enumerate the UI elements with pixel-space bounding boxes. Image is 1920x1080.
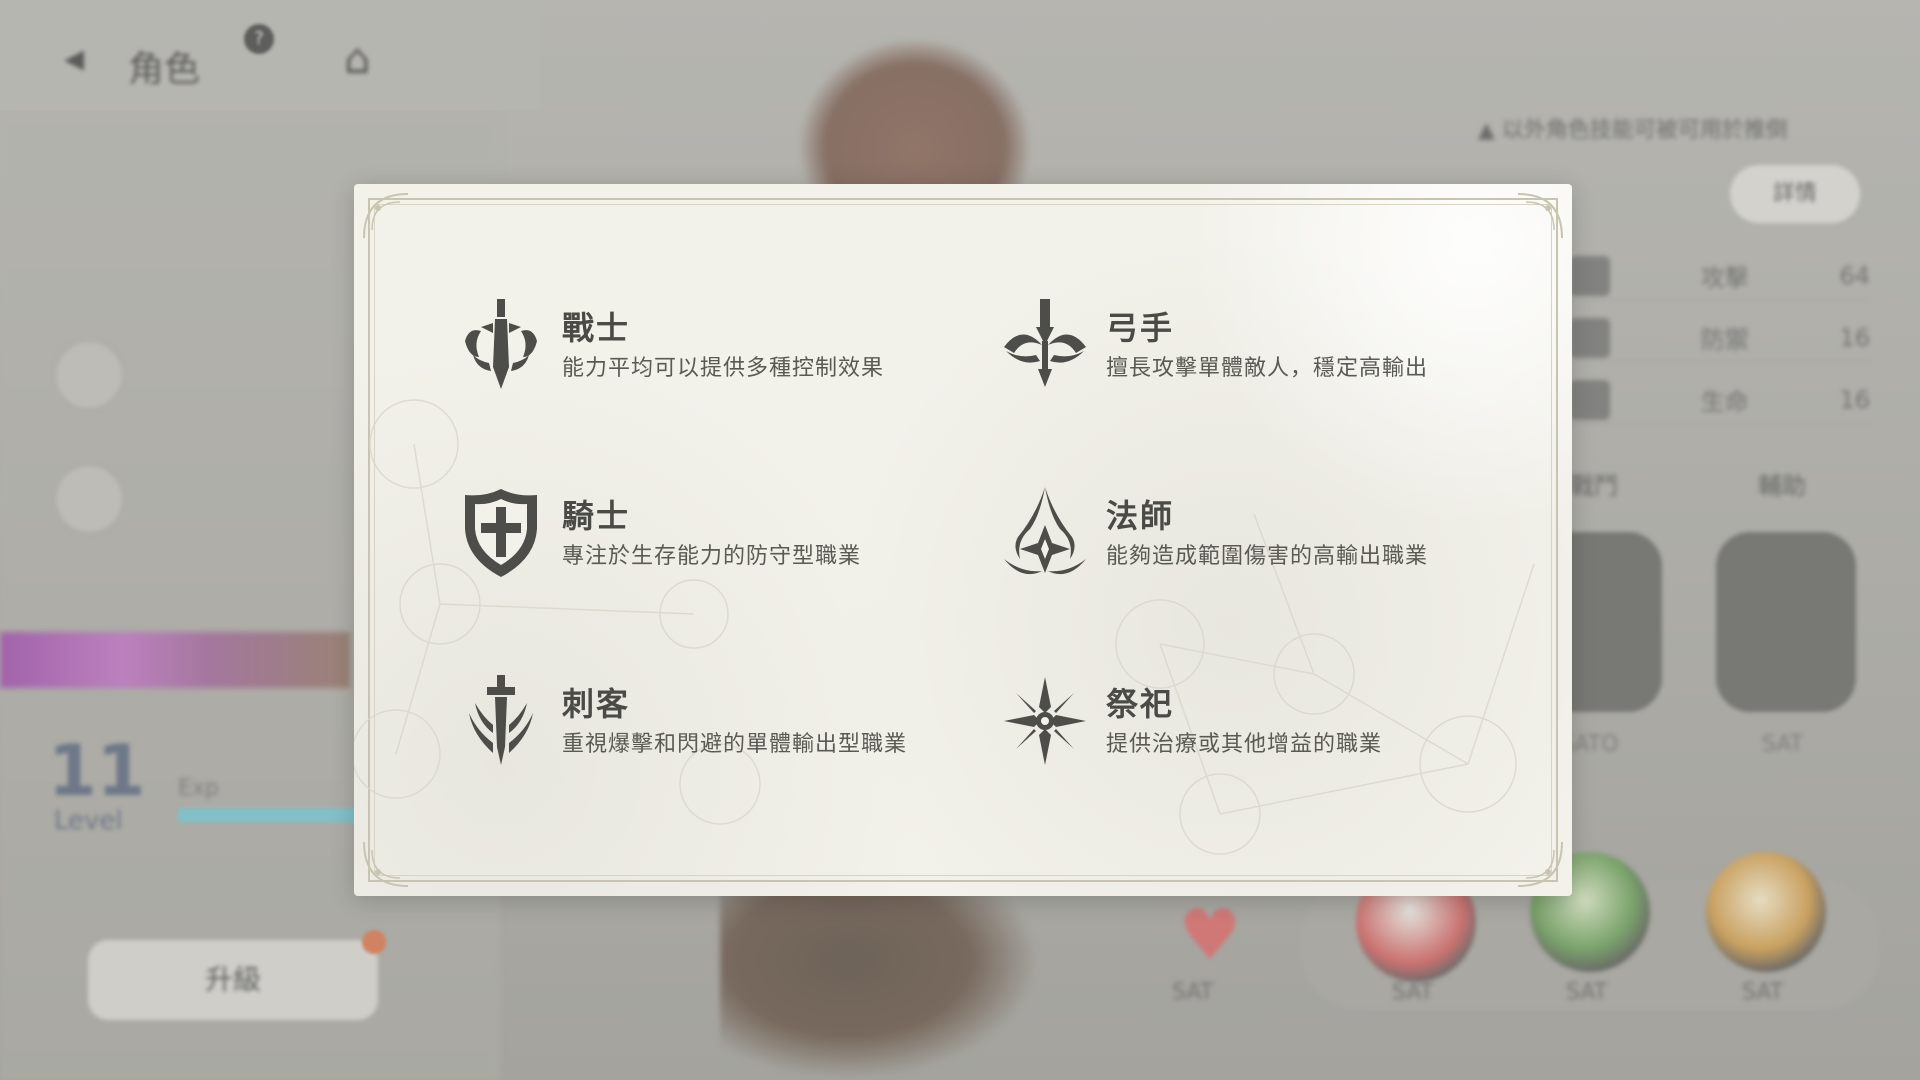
class-entry-knight: 騎士 專注於生存能力的防守型職業 <box>456 478 976 588</box>
class-description: 提供治療或其他增益的職業 <box>1106 732 1383 757</box>
class-description: 能力平均可以提供多種控制效果 <box>562 356 885 381</box>
corner-ornament <box>1517 841 1563 887</box>
priest-icon <box>1000 671 1090 771</box>
class-name: 騎士 <box>562 497 631 535</box>
knight-icon <box>456 483 546 583</box>
class-description: 擅長攻擊單體敵人，穩定高輸出 <box>1106 356 1429 381</box>
class-name: 弓手 <box>1106 309 1175 347</box>
class-info-modal: 戰士 能力平均可以提供多種控制效果 弓手 擅長攻擊單體敵人，穩定高輸出 騎士 專… <box>354 184 1572 896</box>
class-entry-archer: 弓手 擅長攻擊單體敵人，穩定高輸出 <box>1000 290 1520 400</box>
warrior-icon <box>456 295 546 395</box>
class-entry-mage: 法師 能夠造成範圍傷害的高輸出職業 <box>1000 478 1520 588</box>
class-description: 重視爆擊和閃避的單體輸出型職業 <box>562 732 908 757</box>
class-description: 能夠造成範圍傷害的高輸出職業 <box>1106 544 1429 569</box>
corner-ornament <box>363 841 409 887</box>
corner-ornament <box>1517 193 1563 239</box>
class-name: 法師 <box>1106 497 1175 535</box>
class-entry-assassin: 刺客 重視爆擊和閃避的單體輸出型職業 <box>456 666 976 776</box>
class-entry-warrior: 戰士 能力平均可以提供多種控制效果 <box>456 290 976 400</box>
assassin-icon <box>456 671 546 771</box>
archer-icon <box>1000 295 1090 395</box>
class-description: 專注於生存能力的防守型職業 <box>562 544 862 569</box>
class-name: 祭祀 <box>1106 685 1175 723</box>
class-name: 戰士 <box>562 309 631 347</box>
mage-icon <box>1000 483 1090 583</box>
class-name: 刺客 <box>562 685 631 723</box>
class-entry-priest: 祭祀 提供治療或其他增益的職業 <box>1000 666 1520 776</box>
corner-ornament <box>363 193 409 239</box>
